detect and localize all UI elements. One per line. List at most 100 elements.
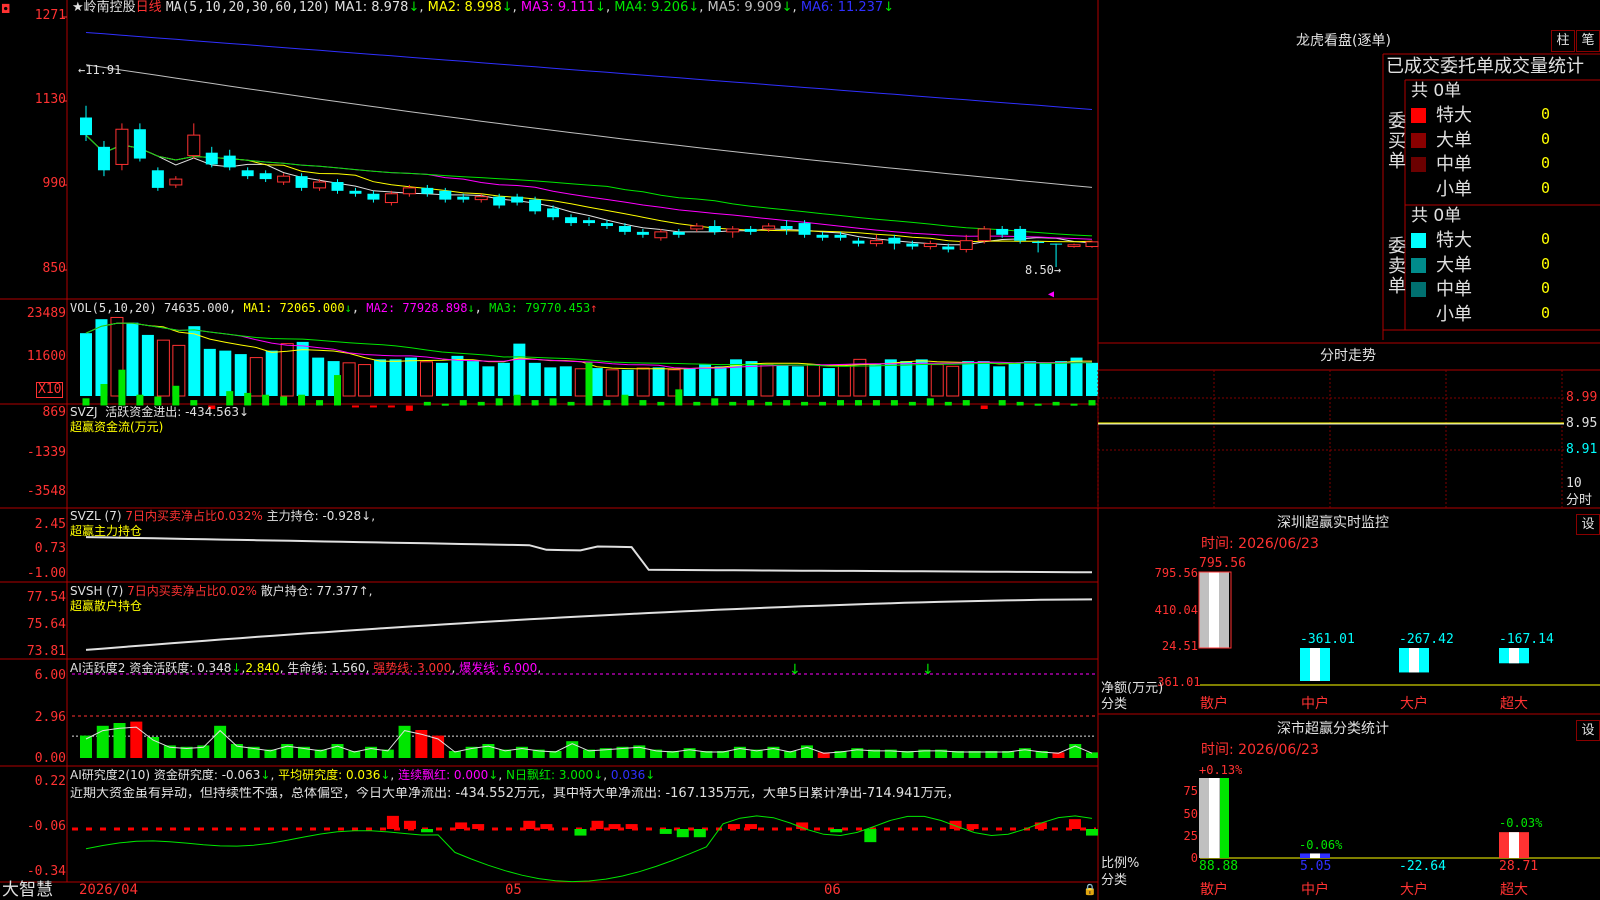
svsh-y-label: 73.81: [26, 644, 66, 659]
candle: [906, 243, 919, 247]
svzj-bar: [459, 400, 467, 406]
candle: [511, 196, 524, 203]
sz-stat-bar-shine: [1310, 853, 1320, 858]
main-y-label: 990: [42, 176, 66, 191]
main-y-label: 1130: [34, 92, 66, 107]
sell-orders-label: 委卖单: [1388, 236, 1406, 297]
ai2-bar: [403, 820, 416, 829]
svzl-y-label: 0.73: [34, 541, 66, 556]
candle: [744, 228, 757, 232]
volume-bar: [1055, 361, 1068, 396]
candle: [169, 178, 183, 186]
candle: [295, 176, 308, 188]
x-axis-label: 05: [505, 882, 522, 898]
sz-stat-settings-button[interactable]: 设: [1576, 720, 1600, 741]
ai2-avg-research: 平均研究度: 0.036: [278, 768, 381, 782]
svzj-bar: [1088, 400, 1096, 406]
candle: [205, 152, 218, 165]
volume-bar: [993, 366, 1006, 396]
sz-monitor-category: 散户: [1200, 696, 1228, 712]
order-size-value: 0: [1541, 105, 1551, 123]
fenshi-corner-top: 10: [1566, 476, 1582, 491]
volume-bar: [312, 357, 325, 396]
svzj-bar: [423, 401, 431, 406]
candle: [996, 228, 1009, 235]
volume-bar: [141, 334, 154, 396]
sz-monitor-cat-label: 分类: [1101, 697, 1128, 712]
sz-monitor-bar-shine: [1509, 648, 1519, 664]
candle: [151, 170, 164, 188]
ma-legend-item: MA1: 8.978: [334, 0, 409, 15]
order-size-value: 0: [1541, 279, 1551, 297]
volume-bar: [466, 361, 479, 396]
volume-bar: [265, 350, 278, 396]
ai2-bar: [625, 824, 638, 829]
ai2-research: 资金研究度: -0.063: [153, 768, 261, 782]
ai2-y-label: -0.06: [26, 819, 66, 834]
candle: [474, 196, 488, 201]
fenshi-y-label: 8.91: [1566, 442, 1598, 457]
star-icon[interactable]: ★: [72, 0, 84, 15]
volume-bar: [714, 366, 727, 396]
candle: [223, 155, 236, 168]
chart-canvas[interactable]: ↓ ↓ ◀: [0, 0, 1600, 900]
lock-icon[interactable]: 🔒: [1083, 883, 1097, 897]
vol-unit-badge[interactable]: X10: [36, 382, 64, 398]
fenshi-y-label: 8.95: [1566, 416, 1598, 431]
svsh-arrow: ↑,: [358, 584, 373, 598]
sz-stat-change-label: -0.06%: [1299, 838, 1343, 852]
ai2-bar: [472, 824, 485, 829]
svzj-bar: [1034, 403, 1042, 406]
ai1-down-arrow: ↓: [922, 662, 934, 678]
period-label[interactable]: 日线: [136, 0, 162, 15]
sz-monitor-settings-button[interactable]: 设: [1576, 514, 1600, 535]
high-price-value: 11.91: [85, 63, 122, 77]
ai1-value-b: 2.840: [245, 661, 280, 675]
volume-bar: [249, 357, 263, 397]
ma-legend-arrow: ↓: [781, 0, 793, 15]
order-size-swatch: [1411, 233, 1426, 248]
order-size-swatch: [1411, 157, 1426, 172]
candle: [690, 225, 704, 230]
sz-monitor-value-label: 795.56: [1199, 556, 1246, 571]
sz-monitor-bar-shine: [1310, 648, 1320, 681]
volume-bar: [652, 367, 665, 396]
svzj-y-label: -1339: [26, 445, 66, 460]
candle: [133, 129, 146, 159]
sz-monitor-category: 超大: [1500, 696, 1528, 712]
ma6-line: [85, 32, 1093, 110]
order-size-label: 大单: [1436, 129, 1472, 151]
volume-bar: [806, 364, 820, 397]
ai2-title-row: AI研究度2(10) 资金研究度: -0.063↓, 平均研究度: 0.036↓…: [70, 768, 656, 782]
ai2-bar: [386, 815, 399, 829]
candle: [672, 231, 685, 235]
svzj-bar: [872, 400, 880, 406]
candle: [816, 234, 829, 238]
sz-stat-cat-label: 分类: [1101, 873, 1128, 888]
ma-legend-item: MA3: 9.111: [516, 0, 596, 15]
ai2-bar: [540, 824, 553, 829]
sz-stat-category: 大户: [1400, 882, 1428, 898]
svzj-bar: [369, 405, 377, 408]
volume-bar: [482, 366, 495, 396]
svzj-bar: [1016, 401, 1024, 406]
candle: [834, 234, 847, 238]
svzj-bar: [387, 405, 395, 408]
volume-bar: [776, 364, 789, 396]
svzj-bar: [657, 401, 665, 406]
candle: [331, 182, 344, 191]
candle: [402, 187, 416, 195]
candle: [241, 170, 254, 177]
ai1-activity: 资金活跃度: 0.348: [129, 661, 232, 675]
volume-bar: [962, 361, 975, 396]
ma5-line: [85, 64, 1093, 188]
ma-title: MA(5,10,20,30,60,120): [165, 0, 331, 15]
ma-legend-item: MA5: 9.909: [703, 0, 782, 15]
bar-mode-button[interactable]: 柱: [1551, 30, 1575, 52]
candle: [493, 196, 506, 206]
candle: [708, 226, 721, 232]
vol-legend-sep: ,: [351, 301, 360, 315]
volume-bar: [559, 366, 572, 396]
svzj-arrow: ↓: [239, 405, 250, 419]
tick-mode-button[interactable]: 笔: [1576, 30, 1600, 52]
